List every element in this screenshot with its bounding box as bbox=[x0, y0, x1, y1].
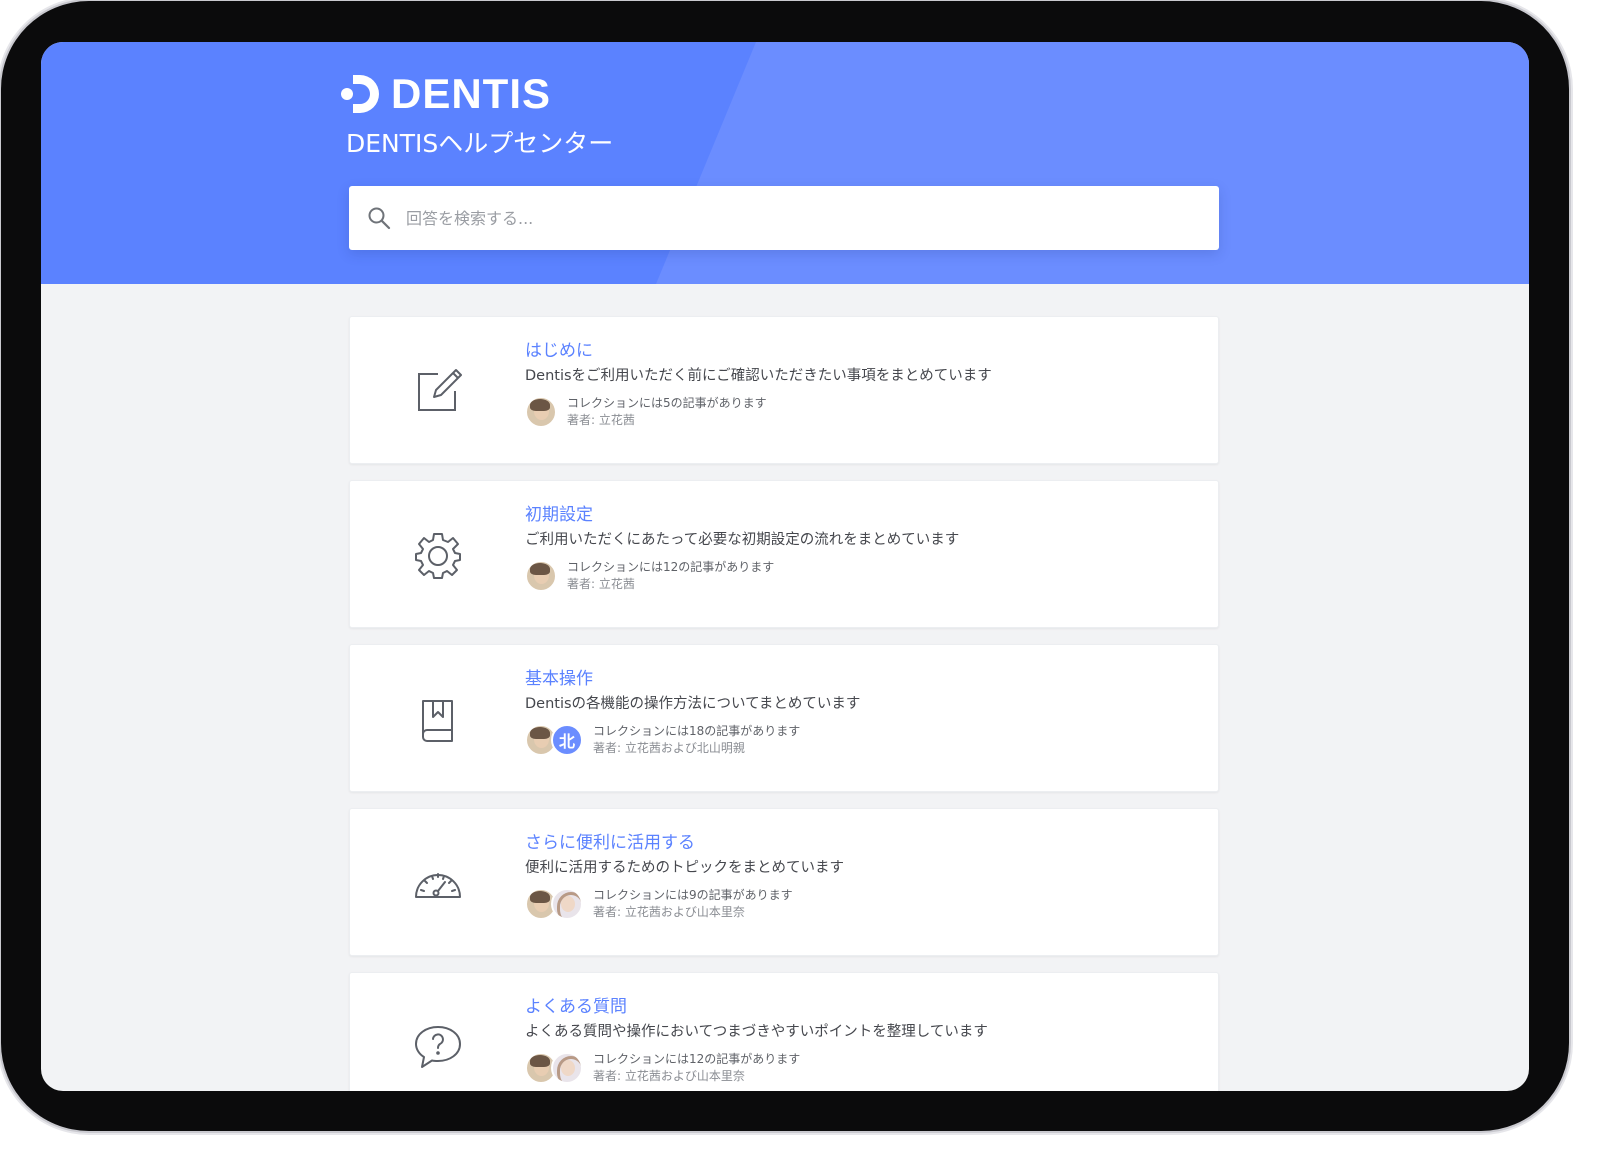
avatar: 北 bbox=[551, 724, 583, 756]
search-box[interactable] bbox=[349, 186, 1219, 250]
collection-list: はじめに Dentisをご利用いただく前にご確認いただきたい事項をまとめています… bbox=[349, 316, 1219, 1091]
collection-description: Dentisの各機能の操作方法についてまとめています bbox=[525, 696, 861, 712]
collection-title[interactable]: よくある質問 bbox=[525, 995, 1198, 1019]
article-count: コレクションには5の記事があります bbox=[567, 396, 767, 410]
collection-description: よくある質問や操作においてつまづきやすいポイントを整理しています bbox=[525, 1024, 988, 1040]
avatar bbox=[525, 560, 557, 592]
screen: DENTIS DENTISヘルプセンター はじめに bbox=[41, 42, 1529, 1091]
speedometer-icon bbox=[415, 873, 461, 898]
article-count: コレクションには12の記事があります bbox=[567, 560, 775, 574]
collection-description: 便利に活用するためのトピックをまとめています bbox=[525, 860, 844, 876]
collection-meta: コレクションには12の記事があります 著者: 立花茜および山本里奈 bbox=[525, 1051, 1198, 1085]
brand-logo[interactable]: DENTIS bbox=[339, 70, 551, 118]
author-names: 著者: 立花茜および山本里奈 bbox=[593, 905, 745, 919]
collection-card-faq[interactable]: よくある質問 よくある質問や操作においてつまづきやすいポイントを整理しています … bbox=[349, 972, 1219, 1091]
article-count: コレクションには18の記事があります bbox=[593, 724, 801, 738]
collection-meta: コレクションには5の記事があります 著者: 立花茜 bbox=[525, 395, 1198, 429]
collection-card-basic-operations[interactable]: 基本操作 Dentisの各機能の操作方法についてまとめています 北 コレクション… bbox=[349, 644, 1219, 792]
hero-header: DENTIS DENTISヘルプセンター bbox=[41, 42, 1529, 284]
collection-meta: 北 コレクションには18の記事があります 著者: 立花茜および北山明親 bbox=[525, 723, 1198, 757]
author-avatars bbox=[525, 560, 557, 592]
search-input[interactable] bbox=[406, 208, 1186, 228]
collection-title[interactable]: さらに便利に活用する bbox=[525, 831, 1198, 855]
author-names: 著者: 立花茜 bbox=[567, 413, 635, 427]
collection-title[interactable]: 基本操作 bbox=[525, 667, 1198, 691]
author-avatars bbox=[525, 396, 557, 428]
article-count: コレクションには9の記事があります bbox=[593, 888, 793, 902]
brand-name: DENTIS bbox=[391, 70, 552, 117]
collection-description: ご利用いただくにあたって必要な初期設定の流れをまとめています bbox=[525, 532, 960, 548]
avatar bbox=[551, 888, 583, 920]
collection-meta: コレクションには12の記事があります 著者: 立花茜 bbox=[525, 559, 1198, 593]
author-avatars bbox=[525, 888, 583, 920]
question-bubble-icon bbox=[415, 1026, 461, 1068]
collection-card-advanced-usage[interactable]: さらに便利に活用する 便利に活用するためのトピックをまとめています コレクション… bbox=[349, 808, 1219, 956]
author-avatars bbox=[525, 1052, 583, 1084]
dentis-logo-icon bbox=[341, 75, 379, 113]
collection-card-getting-started[interactable]: はじめに Dentisをご利用いただく前にご確認いただきたい事項をまとめています… bbox=[349, 316, 1219, 464]
article-count: コレクションには12の記事があります bbox=[593, 1052, 801, 1066]
collection-meta: コレクションには9の記事があります 著者: 立花茜および山本里奈 bbox=[525, 887, 1198, 921]
page-title: DENTISヘルプセンター bbox=[346, 129, 614, 158]
gear-icon bbox=[415, 533, 461, 579]
collection-description: Dentisをご利用いただく前にご確認いただきたい事項をまとめています bbox=[525, 368, 992, 384]
avatar bbox=[551, 1052, 583, 1084]
author-names: 著者: 立花茜および北山明親 bbox=[593, 741, 745, 755]
tablet-frame: DENTIS DENTISヘルプセンター はじめに bbox=[1, 1, 1569, 1131]
book-bookmark-icon bbox=[422, 700, 453, 742]
edit-icon bbox=[418, 369, 462, 411]
author-names: 著者: 立花茜および山本里奈 bbox=[593, 1069, 745, 1083]
collection-card-initial-setup[interactable]: 初期設定 ご利用いただくにあたって必要な初期設定の流れをまとめています コレクシ… bbox=[349, 480, 1219, 628]
avatar bbox=[525, 396, 557, 428]
author-avatars: 北 bbox=[525, 724, 583, 756]
collection-title[interactable]: 初期設定 bbox=[525, 503, 1198, 527]
collection-title[interactable]: はじめに bbox=[525, 339, 1198, 363]
search-icon bbox=[368, 207, 391, 230]
author-names: 著者: 立花茜 bbox=[567, 577, 635, 591]
